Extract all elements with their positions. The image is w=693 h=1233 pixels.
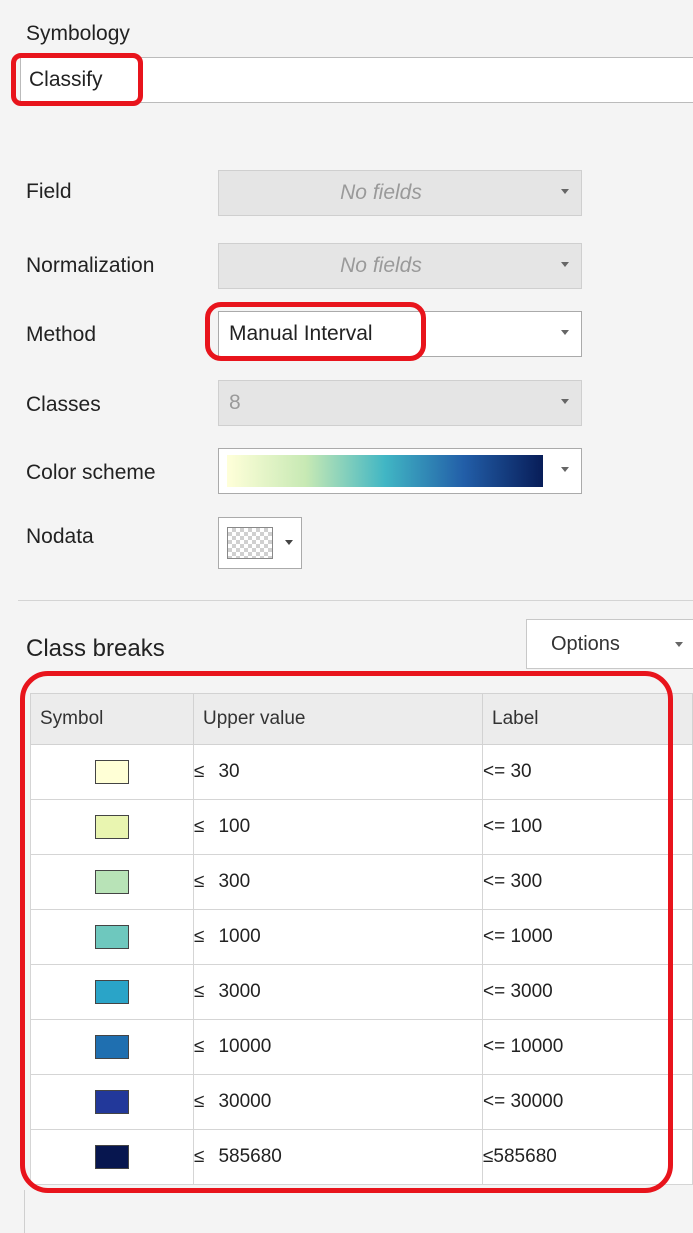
table-header-row: Symbol Upper value Label (30, 693, 693, 745)
options-label: Options (551, 633, 620, 655)
label-cell[interactable]: <= 300 (482, 854, 693, 910)
table-row[interactable]: ≤30 <= 30 (30, 744, 693, 800)
chevron-down-icon (561, 262, 569, 267)
table-row[interactable]: ≤300 <= 300 (30, 854, 693, 910)
color-swatch[interactable] (95, 1035, 129, 1059)
label-cell[interactable]: <= 100 (482, 799, 693, 855)
symbol-cell[interactable] (30, 1129, 194, 1185)
label-cell[interactable]: <= 3000 (482, 964, 693, 1020)
label-cell[interactable]: ≤585680 (482, 1129, 693, 1185)
upper-value-cell[interactable]: ≤30 (193, 744, 483, 800)
color-swatch[interactable] (95, 1090, 129, 1114)
class-breaks-heading: Class breaks (26, 635, 165, 662)
upper-value-cell[interactable]: ≤585680 (193, 1129, 483, 1185)
chevron-down-icon (285, 540, 293, 545)
column-header-upper-value[interactable]: Upper value (193, 693, 483, 745)
chevron-down-icon (675, 642, 683, 647)
field-dropdown[interactable]: No fields (218, 170, 582, 216)
renderer-dropdown[interactable]: Classify (20, 57, 693, 103)
color-ramp (227, 455, 543, 487)
symbol-cell[interactable] (30, 854, 194, 910)
upper-value-cell[interactable]: ≤100 (193, 799, 483, 855)
table-row[interactable]: ≤1000 <= 1000 (30, 909, 693, 965)
class-breaks-table: Symbol Upper value Label ≤30 <= 30 ≤100 <= … (30, 693, 693, 1185)
less-equal-symbol: ≤ (194, 816, 205, 837)
color-swatch[interactable] (95, 870, 129, 894)
method-label: Method (26, 323, 97, 346)
table-row[interactable]: ≤30000 <= 30000 (30, 1074, 693, 1130)
symbol-cell[interactable] (30, 744, 194, 800)
classes-dropdown[interactable]: 8 (218, 380, 582, 426)
column-header-label[interactable]: Label (482, 693, 693, 745)
method-dropdown[interactable]: Manual Interval (218, 311, 582, 357)
label-cell[interactable]: <= 10000 (482, 1019, 693, 1075)
symbol-cell[interactable] (30, 909, 194, 965)
table-border-left (24, 1190, 25, 1233)
normalization-dropdown[interactable]: No fields (218, 243, 582, 289)
section-divider (18, 600, 693, 601)
symbol-cell[interactable] (30, 1019, 194, 1075)
upper-value: 1000 (218, 926, 261, 947)
color-swatch[interactable] (95, 925, 129, 949)
classes-value: 8 (229, 391, 241, 414)
column-header-symbol[interactable]: Symbol (30, 693, 194, 745)
label-cell[interactable]: <= 30 (482, 744, 693, 800)
method-value: Manual Interval (229, 322, 373, 345)
upper-value: 10000 (218, 1036, 272, 1057)
upper-value: 30 (218, 761, 240, 782)
classes-label: Classes (26, 393, 101, 416)
upper-value: 300 (218, 871, 251, 892)
upper-value: 100 (218, 816, 251, 837)
table-row[interactable]: ≤100 <= 100 (30, 799, 693, 855)
upper-value-cell[interactable]: ≤30000 (193, 1074, 483, 1130)
upper-value-cell[interactable]: ≤300 (193, 854, 483, 910)
label-cell[interactable]: <= 30000 (482, 1074, 693, 1130)
field-label: Field (26, 180, 72, 203)
table-row[interactable]: ≤585680 ≤585680 (30, 1129, 693, 1185)
transparent-swatch-icon (227, 527, 273, 559)
field-placeholder: No fields (340, 181, 422, 204)
symbol-cell[interactable] (30, 799, 194, 855)
symbology-heading: Symbology (26, 22, 130, 45)
color-swatch[interactable] (95, 815, 129, 839)
color-swatch[interactable] (95, 1145, 129, 1169)
less-equal-symbol: ≤ (194, 761, 205, 782)
less-equal-symbol: ≤ (194, 1091, 205, 1112)
chevron-down-icon (561, 467, 569, 472)
symbol-cell[interactable] (30, 964, 194, 1020)
nodata-label: Nodata (26, 525, 94, 548)
table-row[interactable]: ≤3000 <= 3000 (30, 964, 693, 1020)
less-equal-symbol: ≤ (194, 1036, 205, 1057)
upper-value-cell[interactable]: ≤10000 (193, 1019, 483, 1075)
chevron-down-icon (561, 330, 569, 335)
chevron-down-icon (561, 399, 569, 404)
renderer-value: Classify (29, 68, 103, 91)
symbol-cell[interactable] (30, 1074, 194, 1130)
less-equal-symbol: ≤ (194, 981, 205, 1002)
upper-value: 30000 (218, 1091, 272, 1112)
upper-value-cell[interactable]: ≤1000 (193, 909, 483, 965)
nodata-color-picker[interactable] (218, 517, 302, 569)
options-button[interactable]: Options (526, 619, 693, 669)
less-equal-symbol: ≤ (194, 871, 205, 892)
color-scheme-label: Color scheme (26, 461, 156, 484)
color-scheme-dropdown[interactable] (218, 448, 582, 494)
normalization-placeholder: No fields (340, 254, 422, 277)
upper-value-cell[interactable]: ≤3000 (193, 964, 483, 1020)
less-equal-symbol: ≤ (194, 1146, 205, 1167)
less-equal-symbol: ≤ (194, 926, 205, 947)
normalization-label: Normalization (26, 254, 155, 277)
label-cell[interactable]: <= 1000 (482, 909, 693, 965)
color-swatch[interactable] (95, 760, 129, 784)
table-row[interactable]: ≤10000 <= 10000 (30, 1019, 693, 1075)
color-swatch[interactable] (95, 980, 129, 1004)
upper-value: 3000 (218, 981, 261, 1002)
upper-value: 585680 (218, 1146, 282, 1167)
chevron-down-icon (561, 189, 569, 194)
